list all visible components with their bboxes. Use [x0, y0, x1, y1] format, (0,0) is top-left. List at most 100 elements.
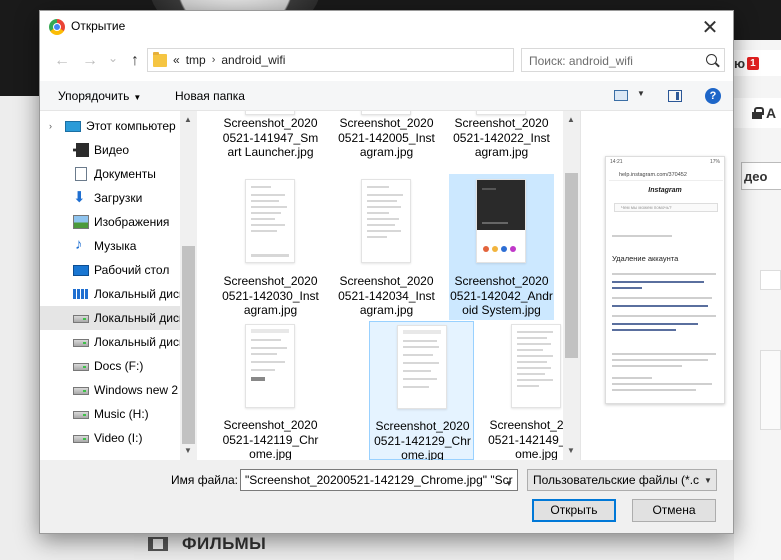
open-button[interactable]: Открыть [532, 499, 616, 522]
drive-icon [73, 435, 89, 443]
breadcrumb-separator[interactable]: › [212, 54, 216, 66]
open-file-dialog: Открытие ✕ ← → ⌄ ↑ « tmp › android_wifi … [39, 10, 734, 534]
file-item[interactable]: Screenshot_2020 0521-142119_Chr ome.jpg [218, 321, 323, 460]
file-thumbnail [397, 325, 447, 409]
documents-folder-icon [75, 167, 87, 181]
file-item[interactable]: Screenshot_2020 0521-142030_Inst agram.jpg [218, 174, 323, 320]
filename-field[interactable]: "Screenshot_20200521-142129_Chrome.jpg" … [240, 469, 518, 491]
sidebar-item-music-h[interactable]: Music (H:) [40, 402, 180, 426]
scrollbar-thumb[interactable] [565, 173, 578, 358]
background-notifications[interactable]: ю 1 [734, 50, 781, 76]
sidebar-item-downloads[interactable]: Загрузки [40, 186, 180, 210]
drive-icon [73, 411, 89, 419]
dialog-title: Открытие [71, 19, 126, 33]
notification-badge: 1 [747, 56, 759, 70]
close-button[interactable]: ✕ [687, 11, 733, 43]
command-bar: Упорядочить ▼ Новая папка ▼ ? [40, 81, 733, 111]
sidebar-item-this-pc[interactable]: › Этот компьютер [40, 114, 180, 138]
preview-pane-toggle-icon[interactable] [668, 90, 682, 102]
organize-label: Упорядочить [58, 89, 130, 103]
drive-icon [73, 339, 89, 347]
navigation-pane-scrollbar[interactable]: ▲ ▼ [180, 111, 197, 460]
preview-status-bar: 14:21 17% [610, 159, 720, 165]
sidebar-item-video-i[interactable]: Video (I:) [40, 426, 180, 450]
filename-history-dropdown[interactable]: ▼ [505, 479, 513, 488]
chevron-down-icon: ▼ [704, 476, 712, 485]
background-films-section: ФИЛЬМЫ [148, 534, 266, 554]
file-thumbnail [361, 179, 411, 263]
sidebar-item-local-disk-d[interactable]: Локальный диск (D:) [40, 306, 180, 330]
cancel-button[interactable]: Отмена [632, 499, 716, 522]
file-list: Screenshot_2020 0521-141947_Sm art Launche… [197, 111, 580, 460]
file-item-focused[interactable]: Screenshot_2020 0521-142129_Chr ome.jpg [369, 321, 474, 460]
search-input[interactable]: Поиск: android_wifi [521, 48, 725, 72]
file-item[interactable]: Screenshot_2020 0521-141947_Sm art Launche… [218, 111, 323, 173]
up-button[interactable]: ↑ [124, 50, 146, 72]
scroll-down-arrow[interactable]: ▼ [184, 446, 192, 455]
file-type-value: Пользовательские файлы (*.c [533, 473, 700, 487]
navigation-bar: ← → ⌄ ↑ « tmp › android_wifi Поиск: andr… [40, 43, 733, 81]
file-name: Screenshot_2020 0521-142030_Inst agram.jpg [222, 274, 319, 317]
scroll-down-arrow[interactable]: ▼ [567, 446, 575, 455]
file-name: Screenshot_2020 0521-142005_Inst agram.jpg [338, 116, 435, 159]
sidebar-item-label: Этот компьютер [86, 119, 176, 133]
dialog-footer: Имя файла: "Screenshot_20200521-142129_C… [40, 460, 733, 533]
sidebar-item-label: Видео [94, 143, 130, 157]
preview-heading: Удаление аккаунта [612, 254, 679, 263]
sidebar-item-videos[interactable]: Видео [40, 138, 180, 162]
organize-button[interactable]: Упорядочить ▼ [58, 89, 141, 103]
new-folder-button[interactable]: Новая папка [175, 89, 245, 103]
sidebar-item-label: Локальный диск (D:) [94, 311, 180, 325]
film-icon [148, 537, 168, 551]
expand-icon[interactable]: › [49, 121, 52, 131]
filename-value: "Screenshot_20200521-142129_Chrome.jpg" … [245, 473, 513, 487]
drive-icon [73, 387, 89, 395]
file-name: Screenshot_2020 0521-142129_Chr ome.jpg [374, 419, 471, 460]
breadcrumb-item-tmp[interactable]: tmp [186, 53, 206, 67]
search-icon[interactable] [706, 54, 717, 65]
view-options-dropdown[interactable]: ▼ [637, 89, 645, 98]
file-item[interactable]: Screenshot_2020 0521-142005_Inst agram.jpg [334, 111, 439, 173]
scroll-up-arrow[interactable]: ▲ [184, 115, 192, 124]
sidebar-item-desktop[interactable]: Рабочий стол [40, 258, 180, 282]
help-icon[interactable]: ? [705, 88, 721, 104]
file-item[interactable]: Screenshot_2020 0521-142022_Inst agram.jpg [449, 111, 554, 173]
computer-icon [65, 121, 81, 132]
file-item-selected[interactable]: Screenshot_2020 0521-142042_Andr oid Syste… [449, 174, 554, 320]
drive-icon [73, 363, 89, 371]
back-button[interactable]: ← [51, 50, 73, 72]
sidebar-item-music[interactable]: Музыка [40, 234, 180, 258]
file-name: Screenshot_2020 0521-142119_Chr ome.jpg [222, 418, 319, 460]
background-box [760, 270, 781, 290]
windows-drive-icon [73, 289, 89, 299]
sidebar-item-label: Music (H:) [94, 407, 149, 421]
forward-button[interactable]: → [79, 50, 101, 72]
chrome-icon [49, 19, 65, 35]
change-view-icon[interactable] [614, 90, 628, 101]
breadcrumb-overflow[interactable]: « [173, 53, 180, 67]
preview-url: help.instagram.com/370452 [609, 169, 723, 181]
background-video-button[interactable]: део [741, 162, 781, 190]
scrollbar-thumb[interactable] [182, 246, 195, 444]
dialog-titlebar[interactable]: Открытие ✕ [40, 11, 733, 43]
file-item[interactable]: Screenshot_2020 0521-142034_Inst agram.jpg [334, 174, 439, 320]
drive-icon [73, 315, 89, 323]
desktop-folder-icon [73, 265, 89, 276]
file-list-scrollbar[interactable]: ▲ ▼ [563, 111, 580, 460]
background-tab[interactable]: А [734, 98, 781, 128]
scroll-up-arrow[interactable]: ▲ [567, 115, 575, 124]
breadcrumb-item-android-wifi[interactable]: android_wifi [221, 53, 285, 67]
sidebar-item-windows-new-2[interactable]: Windows new 2 (G:) [40, 378, 180, 402]
address-bar[interactable]: « tmp › android_wifi [147, 48, 514, 72]
recent-locations-dropdown[interactable]: ⌄ [102, 47, 124, 69]
preview-brand: Instagram [648, 187, 682, 194]
sidebar-item-local-disk-c[interactable]: Локальный диск (C:) [40, 282, 180, 306]
sidebar-item-label: Музыка [94, 239, 137, 253]
sidebar-item-docs-f[interactable]: Docs (F:) [40, 354, 180, 378]
sidebar-item-pictures[interactable]: Изображения [40, 210, 180, 234]
preview-pane: 14:21 17% help.instagram.com/370452 Insta… [580, 111, 733, 460]
sidebar-item-local-disk-e[interactable]: Локальный диск (E:) [40, 330, 180, 354]
folder-icon [153, 52, 167, 67]
sidebar-item-documents[interactable]: Документы [40, 162, 180, 186]
file-type-select[interactable]: Пользовательские файлы (*.c ▼ [527, 469, 717, 491]
